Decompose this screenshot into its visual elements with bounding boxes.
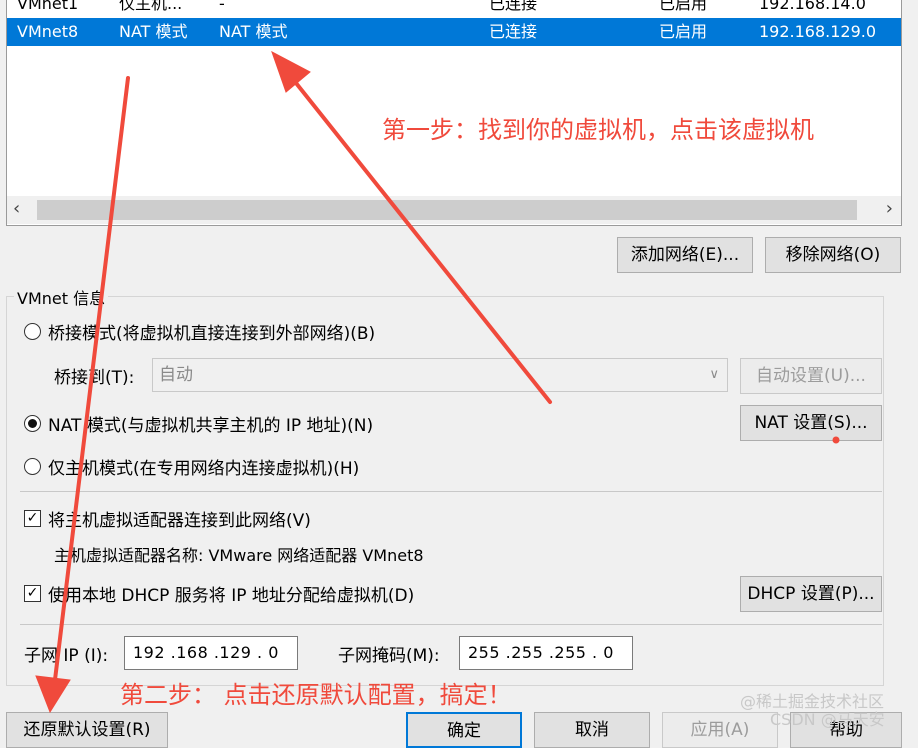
arrow-to-restore (52, 76, 130, 690)
arrowhead-up-icon (271, 50, 311, 93)
watermark-csdn: CSDN @马天安 (770, 710, 885, 729)
step1-annotation: 第一步：找到你的虚拟机，点击该虚拟机 (382, 116, 814, 144)
red-dot (832, 436, 840, 444)
step2-annotation: 第二步： 点击还原默认配置，搞定！ (120, 681, 512, 709)
arrowhead-down-icon (35, 675, 71, 714)
